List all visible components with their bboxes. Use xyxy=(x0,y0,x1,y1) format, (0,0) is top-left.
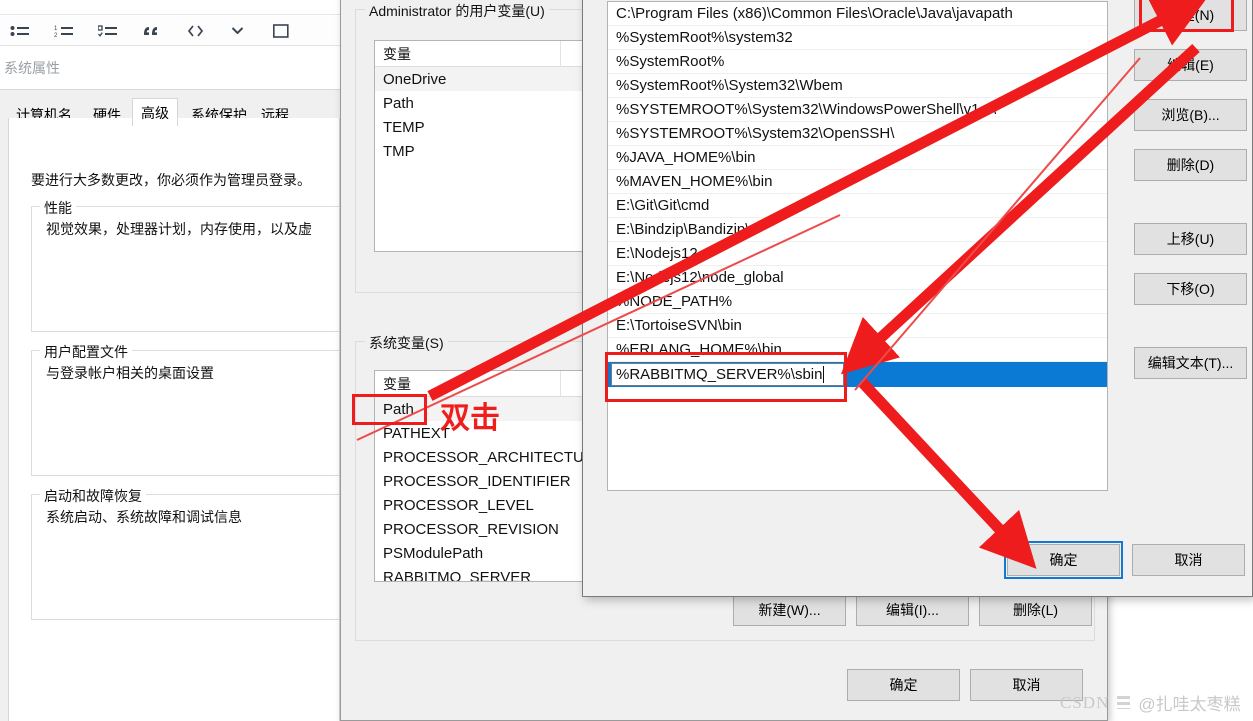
watermark: CSDN @扎哇太枣糕 xyxy=(1060,690,1241,715)
system-properties-window: 计算机名 硬件 高级 系统保护 远程 要进行大多数更改，你必须作为管理员登录。 … xyxy=(0,89,361,721)
highlight-box-new-button xyxy=(1139,0,1234,32)
performance-group: 性能 视觉效果，处理器计划，内存使用，以及虚 xyxy=(31,198,361,332)
svg-text:1: 1 xyxy=(54,26,58,32)
watermark-brand: CSDN xyxy=(1060,692,1110,712)
numbered-list-icon[interactable]: 12 xyxy=(54,24,74,38)
performance-group-title: 性能 xyxy=(40,198,76,218)
screenshot-root: 12 系统属性 计算机名 硬件 高级 系统保护 远程 要进行大多数更改，你必须作… xyxy=(0,0,1253,721)
list-item[interactable]: %SYSTEMROOT%\System32\OpenSSH\ xyxy=(608,122,1107,146)
watermark-author: @扎哇太枣糕 xyxy=(1138,695,1241,714)
task-list-icon[interactable] xyxy=(98,24,118,38)
system-properties-body: 要进行大多数更改，你必须作为管理员登录。 性能 视觉效果，处理器计划，内存使用，… xyxy=(8,118,361,721)
path-edit-button[interactable]: 编辑(E) xyxy=(1134,49,1247,81)
path-move-up-button[interactable]: 上移(U) xyxy=(1134,223,1247,255)
user-profiles-group: 用户配置文件 与登录帐户相关的桌面设置 xyxy=(31,342,361,476)
list-item[interactable]: %SYSTEMROOT%\System32\WindowsPowerShell\… xyxy=(608,98,1107,122)
list-item[interactable]: %SystemRoot% xyxy=(608,50,1107,74)
path-move-down-button[interactable]: 下移(O) xyxy=(1134,273,1247,305)
list-item[interactable]: E:\Nodejs12\node_global xyxy=(608,266,1107,290)
list-item[interactable]: %MAVEN_HOME%\bin xyxy=(608,170,1107,194)
highlight-box-system-path xyxy=(352,394,427,425)
list-item[interactable]: E:\Bindzip\Bandizip\ xyxy=(608,218,1107,242)
list-item[interactable]: %JAVA_HOME%\bin xyxy=(608,146,1107,170)
admin-note: 要进行大多数更改，你必须作为管理员登录。 xyxy=(31,172,311,188)
list-item[interactable]: %SystemRoot%\system32 xyxy=(608,26,1107,50)
tab-advanced[interactable]: 高级 xyxy=(132,98,178,126)
path-entries-listview[interactable]: C:\Program Files (x86)\Common Files\Orac… xyxy=(607,1,1108,491)
performance-group-desc: 视觉效果，处理器计划，内存使用，以及虚 xyxy=(46,221,312,237)
system-new-button[interactable]: 新建(W)... xyxy=(733,594,846,626)
list-item[interactable]: C:\Program Files (x86)\Common Files\Orac… xyxy=(608,2,1107,26)
user-variables-group-title: Administrator 的用户变量(U) xyxy=(365,1,549,21)
system-edit-button[interactable]: 编辑(I)... xyxy=(856,594,969,626)
editor-top-divider xyxy=(0,14,340,15)
code-icon[interactable] xyxy=(186,24,208,38)
breadcrumb: 系统属性 xyxy=(4,60,60,76)
quote-icon[interactable] xyxy=(142,24,162,38)
list-item[interactable]: %SystemRoot%\System32\Wbem xyxy=(608,74,1107,98)
highlight-box-new-entry xyxy=(605,352,847,402)
list-item[interactable]: %NODE_PATH% xyxy=(608,290,1107,314)
path-cancel-button[interactable]: 取消 xyxy=(1132,544,1245,576)
env-ok-button[interactable]: 确定 xyxy=(847,669,960,701)
editor-toolbar[interactable]: 12 xyxy=(0,16,340,46)
svg-text:2: 2 xyxy=(54,33,58,38)
system-variables-group-title: 系统变量(S) xyxy=(365,333,448,353)
edit-path-dialog: C:\Program Files (x86)\Common Files\Orac… xyxy=(582,0,1253,597)
bullet-list-icon[interactable] xyxy=(10,24,30,38)
path-ok-focus-ring xyxy=(1004,541,1123,579)
user-profiles-group-desc: 与登录帐户相关的桌面设置 xyxy=(46,365,214,381)
chevron-down-icon[interactable] xyxy=(232,27,243,34)
path-edit-text-button[interactable]: 编辑文本(T)... xyxy=(1134,347,1247,379)
list-item[interactable]: E:\TortoiseSVN\bin xyxy=(608,314,1107,338)
annotation-double-click-label: 双击 xyxy=(440,402,500,435)
table-icon[interactable] xyxy=(273,23,289,38)
column-header-variable: 变量 xyxy=(375,41,561,67)
startup-recovery-group-title: 启动和故障恢复 xyxy=(40,486,146,506)
path-delete-button[interactable]: 删除(D) xyxy=(1134,149,1247,181)
user-profiles-group-title: 用户配置文件 xyxy=(40,342,132,362)
startup-recovery-group-desc: 系统启动、系统故障和调试信息 xyxy=(46,509,242,525)
list-item[interactable]: E:\Nodejs12 xyxy=(608,242,1107,266)
watermark-dots-icon xyxy=(1117,696,1131,709)
path-browse-button[interactable]: 浏览(B)... xyxy=(1134,99,1247,131)
list-item[interactable]: E:\Git\Git\cmd xyxy=(608,194,1107,218)
system-delete-button[interactable]: 删除(L) xyxy=(979,594,1092,626)
startup-recovery-group: 启动和故障恢复 系统启动、系统故障和调试信息 xyxy=(31,486,361,620)
